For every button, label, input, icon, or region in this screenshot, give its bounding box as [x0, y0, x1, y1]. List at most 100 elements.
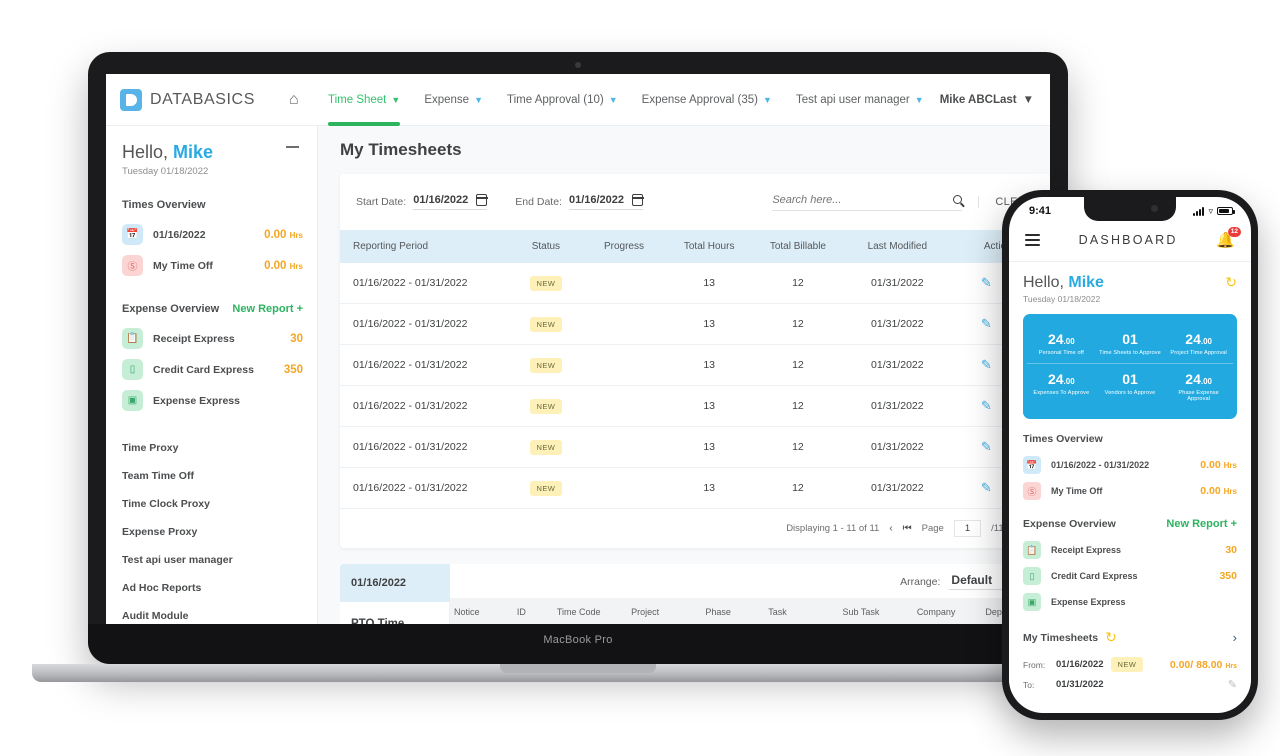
table-row[interactable]: 01/16/2022 - 01/31/2022 NEW 13 12 01/31/2022… [340, 263, 1050, 304]
sidebar-item-ad-hoc-reports[interactable]: Ad Hoc Reports [122, 574, 317, 602]
new-report-button[interactable]: New Report + [232, 303, 303, 315]
search-field[interactable] [772, 193, 963, 211]
arrange-select[interactable]: Default [949, 573, 1011, 590]
sidebar-item-expense-proxy[interactable]: Expense Proxy [122, 518, 317, 546]
pagination-summary: Displaying 1 - 11 of 11 [786, 523, 880, 534]
times-row-value: 0.00 Hrs [1200, 485, 1237, 497]
edit-icon[interactable]: ✎ [981, 439, 992, 455]
times-row-value: 0.00 Hrs [264, 229, 303, 241]
phone-times-row-time-off[interactable]: Ⓢ My Time Off 0.00 Hrs [1023, 478, 1237, 504]
nav-item-expense[interactable]: Expense ▼ [424, 74, 483, 126]
edit-icon[interactable]: ✎ [981, 398, 992, 414]
edit-icon[interactable]: ✎ [981, 316, 992, 332]
sidebar: Hello, Mike Tuesday 01/18/2022 Times Ove… [106, 126, 318, 624]
refresh-icon[interactable]: ↻ [1105, 629, 1117, 646]
start-date-field[interactable]: 01/16/2022 [413, 194, 488, 210]
stat-item-3[interactable]: 24.00 Expenses To Approve [1027, 364, 1096, 409]
expense-row-expense-express[interactable]: ▣ Expense Express [122, 385, 317, 416]
from-value: 01/16/2022 [1056, 659, 1104, 670]
nav-item-time-sheet[interactable]: Time Sheet ▼ [328, 74, 401, 126]
first-page-icon[interactable]: ⏮ [903, 523, 912, 534]
chevron-right-icon[interactable]: › [1233, 630, 1237, 645]
phone-greeting: Hello, Mike [1023, 274, 1104, 292]
laptop-screen: DATABASICS ⌂ Time Sheet ▼ Expense ▼ Time… [106, 74, 1050, 624]
cell-last-modified: 01/31/2022 [844, 385, 951, 427]
greeting-prefix: Hello, [1023, 274, 1069, 291]
stat-item-2[interactable]: 24.00 Project Time Approval [1164, 324, 1233, 364]
stat-item-4[interactable]: 01 Vendors to Approve [1096, 364, 1165, 409]
table-row[interactable]: 01/16/2022 - 01/31/2022 NEW 13 12 01/31/2022… [340, 344, 1050, 386]
phone-notch [1084, 197, 1176, 221]
bell-icon[interactable]: 🔔 12 [1216, 227, 1241, 249]
calendar-icon[interactable] [631, 194, 644, 206]
phone-times-row-date[interactable]: 📅 01/16/2022 - 01/31/2022 0.00 Hrs [1023, 452, 1237, 478]
hamburger-menu-icon[interactable] [1025, 231, 1040, 248]
cell-status: NEW [510, 385, 582, 427]
laptop-model-label: MacBook Pro [543, 634, 613, 646]
stat-number: 01 [1122, 331, 1138, 347]
nav-item-time-approval[interactable]: Time Approval (10) ▼ [507, 74, 618, 126]
sidebar-item-time-proxy[interactable]: Time Proxy [122, 434, 317, 462]
times-row-time-off[interactable]: Ⓢ My Time Off 0.00 Hrs [122, 250, 317, 281]
stat-item-0[interactable]: 24.00 Personal Time off [1027, 324, 1096, 364]
phone-greeting-date: Tuesday 01/18/2022 [1023, 294, 1101, 304]
sidebar-item-test-api-user-manager[interactable]: Test api user manager [122, 546, 317, 574]
arrange-control[interactable]: Arrange: Default ▼ [450, 564, 1050, 598]
expense-row-label: Credit Card Express [153, 363, 254, 376]
status-time: 9:41 [1029, 205, 1052, 217]
table-row[interactable]: 01/16/2022 - 01/31/2022 NEW 13 12 01/31/2022… [340, 467, 1050, 509]
phone-expense-row-credit-card-express[interactable]: ▯ Credit Card Express 350 [1023, 563, 1237, 589]
edit-icon[interactable]: ✎ [981, 275, 992, 291]
phone-header: DASHBOARD 🔔 12 [1009, 221, 1251, 262]
phone-expense-row-receipt-express[interactable]: 📋 Receipt Express 30 [1023, 537, 1237, 563]
greeting-name: Mike [173, 142, 214, 162]
credit-card-icon: ▯ [1023, 567, 1041, 585]
table-row[interactable]: 01/16/2022 - 01/31/2022 NEW 13 12 01/31/2022… [340, 426, 1050, 468]
search-icon[interactable] [953, 195, 963, 204]
sidebar-item-time-clock-proxy[interactable]: Time Clock Proxy [122, 490, 317, 518]
page-label: Page [921, 523, 944, 534]
prev-page-icon[interactable]: ‹ [889, 523, 892, 534]
phone-expense-row-expense-express[interactable]: ▣ Expense Express [1023, 589, 1237, 615]
main-content: My Timesheets Start Date: 01/16/2022 End… [318, 126, 1050, 624]
cell-last-modified: 01/31/2022 [844, 426, 951, 468]
edit-icon[interactable]: ✎ [1228, 678, 1237, 691]
sidebar-item-team-time-off[interactable]: Team Time Off [122, 462, 317, 490]
times-row-date[interactable]: 📅 01/16/2022 0.00 Hrs [122, 219, 317, 250]
table-row[interactable]: 01/16/2022 - 01/31/2022 NEW 13 12 01/31/2022… [340, 303, 1050, 345]
search-input[interactable] [772, 193, 944, 206]
chevron-down-icon: ▼ [763, 94, 772, 105]
edit-icon[interactable]: ✎ [981, 480, 992, 496]
collapse-sidebar-button[interactable] [286, 146, 299, 148]
brand-logo[interactable]: DATABASICS ⌂ [106, 88, 306, 111]
status-badge: NEW [1110, 657, 1144, 672]
sidebar-item-audit-module[interactable]: Audit Module [122, 602, 317, 624]
phone-timesheet-to-row: To: 01/31/2022 ✎ [1023, 675, 1237, 694]
credit-card-icon: ▯ [122, 359, 143, 380]
chevron-down-icon: ▼ [1022, 93, 1034, 106]
expense-row-credit-card-express[interactable]: ▯ Credit Card Express 350 [122, 354, 317, 385]
page-input[interactable]: 1 [953, 520, 982, 537]
expense-row-value: 350 [1219, 570, 1237, 582]
end-date-field[interactable]: 01/16/2022 [568, 194, 644, 210]
nav-label: Time Approval (10) [507, 93, 604, 106]
col-phase: Phase [701, 598, 765, 624]
stat-item-5[interactable]: 24.00 Phase Expense Approval [1164, 364, 1233, 409]
col-time-code: Time Code [552, 598, 628, 624]
phone-screen: 9:41 ▿ DASHBOARD 🔔 12 Hello, Mike Tuesda… [1009, 197, 1251, 713]
expense-row-label: Credit Card Express [1051, 571, 1138, 581]
refresh-icon[interactable]: ↻ [1225, 274, 1237, 291]
table-row[interactable]: 01/16/2022 - 01/31/2022 NEW 13 12 01/31/2022… [340, 385, 1050, 427]
nav-item-test-api-user-manager[interactable]: Test api user manager ▼ [796, 74, 924, 126]
nav-item-expense-approval[interactable]: Expense Approval (35) ▼ [642, 74, 772, 126]
expense-row-receipt-express[interactable]: 📋 Receipt Express 30 [122, 323, 317, 354]
new-report-button[interactable]: New Report + [1166, 518, 1237, 530]
stat-number: 24.00 [1185, 371, 1212, 387]
edit-icon[interactable]: ✎ [981, 357, 992, 373]
stat-item-1[interactable]: 01 Time Sheets to Approve [1095, 324, 1165, 364]
calendar-icon[interactable] [475, 194, 488, 206]
home-icon[interactable]: ⌂ [289, 91, 299, 109]
user-menu[interactable]: Mike ABCLast ▼ [940, 94, 1034, 106]
cell-reporting-period: 01/16/2022 - 01/31/2022 [340, 426, 511, 468]
stat-caption: Project Time Approval [1170, 350, 1227, 356]
